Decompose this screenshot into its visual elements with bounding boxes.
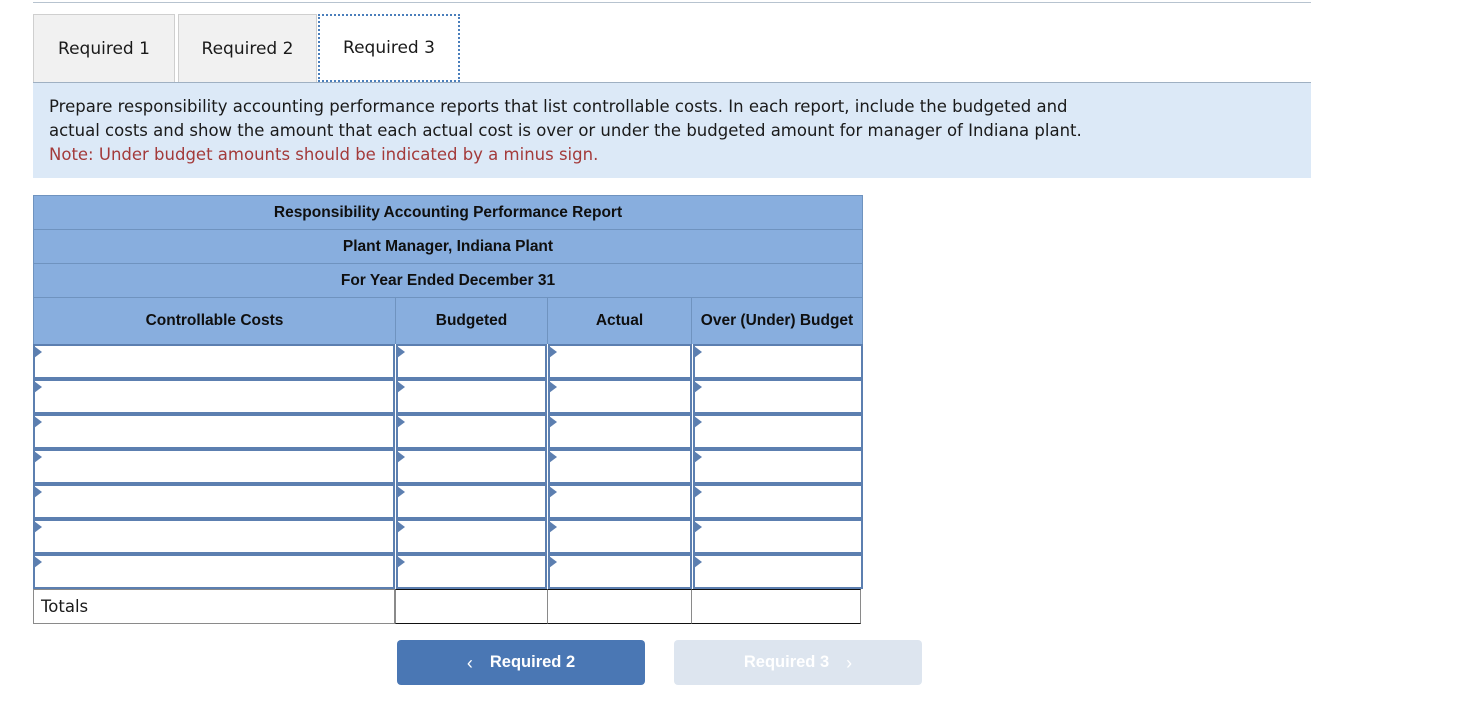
dropdown-triangle-icon xyxy=(34,346,42,358)
dropdown-triangle-icon xyxy=(694,556,703,568)
budgeted-input-cell[interactable] xyxy=(395,379,548,414)
dropdown-triangle-icon xyxy=(34,556,42,568)
prev-button-label: Required 2 xyxy=(489,653,576,671)
totals-row: Totals xyxy=(33,589,863,624)
dropdown-triangle-icon xyxy=(549,521,558,533)
tab-required-1[interactable]: Required 1 xyxy=(33,14,175,82)
dropdown-triangle-icon xyxy=(694,346,703,358)
cost-dropdown-cell[interactable] xyxy=(33,449,395,484)
actual-input-cell[interactable] xyxy=(548,449,693,484)
over-under-input-cell[interactable] xyxy=(693,379,863,414)
instruction-line-1: Prepare responsibility accounting perfor… xyxy=(49,97,1068,116)
tab-label: Required 3 xyxy=(343,38,435,58)
dropdown-triangle-icon xyxy=(694,486,703,498)
instruction-line-2: actual costs and show the amount that ea… xyxy=(49,121,1082,140)
actual-input-cell[interactable] xyxy=(548,554,693,589)
dropdown-triangle-icon xyxy=(694,416,703,428)
dropdown-triangle-icon xyxy=(34,451,42,463)
dropdown-triangle-icon xyxy=(549,556,558,568)
cost-dropdown-cell[interactable] xyxy=(33,344,395,379)
table-row xyxy=(33,484,863,519)
cost-dropdown-cell[interactable] xyxy=(33,554,395,589)
actual-input-cell[interactable] xyxy=(548,344,693,379)
next-button-label: Required 3 xyxy=(743,653,830,671)
instruction-note: Note: Under budget amounts should be ind… xyxy=(49,145,599,164)
totals-over-under-cell xyxy=(691,589,861,624)
budgeted-input-cell[interactable] xyxy=(395,449,548,484)
dropdown-triangle-icon xyxy=(549,451,558,463)
over-under-input-cell[interactable] xyxy=(693,554,863,589)
table-row xyxy=(33,519,863,554)
chevron-left-icon: ‹ xyxy=(466,652,473,673)
budgeted-input-cell[interactable] xyxy=(395,484,548,519)
over-under-input-cell[interactable] xyxy=(693,484,863,519)
dropdown-triangle-icon xyxy=(34,521,42,533)
report-title-line-3: For Year Ended December 31 xyxy=(33,263,863,297)
cost-dropdown-cell[interactable] xyxy=(33,414,395,449)
cost-dropdown-cell[interactable] xyxy=(33,519,395,554)
over-under-input-cell[interactable] xyxy=(693,344,863,379)
over-under-input-cell[interactable] xyxy=(693,449,863,484)
tab-label: Required 2 xyxy=(201,38,294,59)
dropdown-triangle-icon xyxy=(694,521,703,533)
report-title-line-1: Responsibility Accounting Performance Re… xyxy=(33,195,863,229)
tab-required-2[interactable]: Required 2 xyxy=(178,14,317,82)
tab-strip: Required 1 Required 2 Required 3 xyxy=(33,7,1311,83)
dropdown-triangle-icon xyxy=(34,416,42,428)
actual-input-cell[interactable] xyxy=(548,379,693,414)
report-title-line-2: Plant Manager, Indiana Plant xyxy=(33,229,863,263)
dropdown-triangle-icon xyxy=(396,556,405,568)
dropdown-triangle-icon xyxy=(396,346,405,358)
cost-dropdown-cell[interactable] xyxy=(33,379,395,414)
table-row xyxy=(33,344,863,379)
budgeted-input-cell[interactable] xyxy=(395,414,548,449)
dropdown-triangle-icon xyxy=(396,416,405,428)
over-under-input-cell[interactable] xyxy=(693,414,863,449)
report-input-rows xyxy=(33,344,863,589)
actual-input-cell[interactable] xyxy=(548,484,693,519)
dropdown-triangle-icon xyxy=(549,346,558,358)
dropdown-triangle-icon xyxy=(34,486,42,498)
totals-budgeted-cell xyxy=(395,589,547,624)
report-column-header-row: Controllable Costs Budgeted Actual Over … xyxy=(33,297,863,344)
budgeted-input-cell[interactable] xyxy=(395,344,548,379)
dropdown-triangle-icon xyxy=(549,381,558,393)
column-header-over-under-budget: Over (Under) Budget xyxy=(700,312,854,329)
dropdown-triangle-icon xyxy=(549,486,558,498)
actual-input-cell[interactable] xyxy=(548,519,693,554)
totals-label: Totals xyxy=(33,589,395,624)
table-row xyxy=(33,414,863,449)
dropdown-triangle-icon xyxy=(396,521,405,533)
dropdown-triangle-icon xyxy=(694,381,703,393)
tab-label: Required 1 xyxy=(58,38,150,59)
tab-required-3[interactable]: Required 3 xyxy=(318,14,460,82)
dropdown-triangle-icon xyxy=(396,451,405,463)
next-required-3-button[interactable]: Required 3 › xyxy=(674,640,922,685)
instruction-panel: Prepare responsibility accounting perfor… xyxy=(33,83,1311,178)
column-header-actual: Actual xyxy=(548,298,692,344)
chevron-right-icon: › xyxy=(846,652,853,673)
table-row xyxy=(33,449,863,484)
column-header-budgeted: Budgeted xyxy=(396,298,548,344)
over-under-input-cell[interactable] xyxy=(693,519,863,554)
top-divider xyxy=(33,2,1311,3)
dropdown-triangle-icon xyxy=(396,486,405,498)
totals-actual-cell xyxy=(547,589,691,624)
actual-input-cell[interactable] xyxy=(548,414,693,449)
navigation-bar: ‹ Required 2 Required 3 › xyxy=(0,640,1464,686)
dropdown-triangle-icon xyxy=(694,451,703,463)
table-row xyxy=(33,554,863,589)
prev-required-2-button[interactable]: ‹ Required 2 xyxy=(397,640,645,685)
dropdown-triangle-icon xyxy=(34,381,42,393)
cost-dropdown-cell[interactable] xyxy=(33,484,395,519)
dropdown-triangle-icon xyxy=(396,381,405,393)
table-row xyxy=(33,379,863,414)
budgeted-input-cell[interactable] xyxy=(395,554,548,589)
responsibility-accounting-report-table: Responsibility Accounting Performance Re… xyxy=(33,195,863,624)
dropdown-triangle-icon xyxy=(549,416,558,428)
budgeted-input-cell[interactable] xyxy=(395,519,548,554)
column-header-controllable-costs: Controllable Costs xyxy=(34,298,396,344)
